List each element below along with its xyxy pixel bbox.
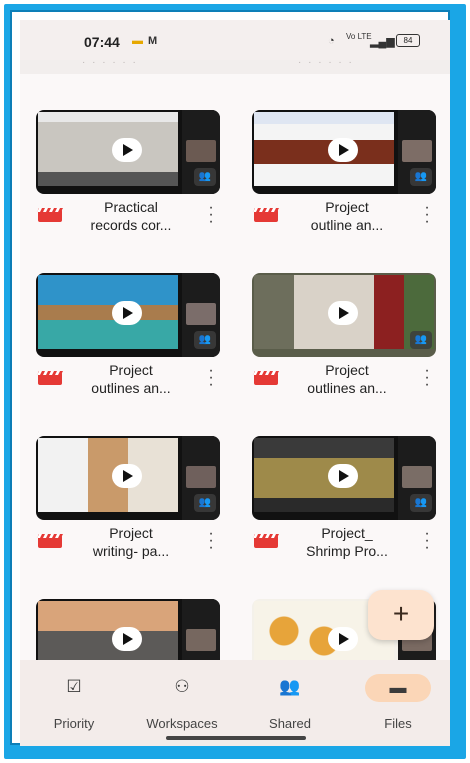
faded-title-right: · · · · · · [298, 57, 354, 68]
status-bar: 07:44 ▬ M ◔ Vo LTE ▂▄▆ 84 [20, 20, 450, 60]
faded-title-left: · · · · · · [82, 57, 138, 68]
more-options-icon[interactable]: · · · [206, 200, 216, 230]
bottom-navigation: ☑ Priority ⚇ Workspaces 👥 Shared ▬ Files [20, 660, 450, 746]
play-icon[interactable] [112, 627, 142, 651]
people-icon: 👥 [194, 168, 216, 186]
gmail-icon: M [148, 35, 158, 47]
nav-shared[interactable]: 👥 Shared [240, 660, 340, 746]
nav-priority[interactable]: ☑ Priority [24, 660, 124, 746]
video-file-icon [254, 371, 278, 385]
video-file-icon [38, 534, 62, 548]
nav-files[interactable]: ▬ Files [348, 660, 448, 746]
video-title[interactable]: Project outlines an... [292, 361, 402, 397]
workspaces-icon: ⚇ [174, 677, 190, 696]
people-icon: 👥 [194, 494, 216, 512]
video-thumbnail[interactable]: 👥 [252, 110, 436, 194]
video-thumbnail[interactable]: 👥 [252, 436, 436, 520]
volte-icon: Vo LTE [346, 32, 372, 41]
screen-share-image [254, 438, 394, 512]
people-icon: 👥 [194, 331, 216, 349]
play-icon[interactable] [328, 301, 358, 325]
phone-screen: 07:44 ▬ M ◔ Vo LTE ▂▄▆ 84 · · · · · · · … [20, 20, 450, 746]
video-title[interactable]: Practical records cor... [76, 198, 186, 234]
shared-icon: 👥 [279, 677, 301, 696]
nav-label: Workspaces [146, 716, 218, 731]
more-options-icon[interactable]: · · · [422, 363, 432, 393]
play-icon[interactable] [328, 138, 358, 162]
screen-share-image [254, 112, 394, 186]
more-options-icon[interactable]: · · · [206, 526, 216, 556]
people-icon: 👥 [410, 331, 432, 349]
video-file-icon [38, 208, 62, 222]
video-title[interactable]: Project outlines an... [76, 361, 186, 397]
video-file-icon [38, 371, 62, 385]
more-options-icon[interactable]: · · · [422, 200, 432, 230]
play-icon[interactable] [112, 464, 142, 488]
add-button[interactable]: + [368, 590, 434, 640]
video-file-icon [254, 208, 278, 222]
people-icon: 👥 [410, 494, 432, 512]
video-title[interactable]: Project_ Shrimp Pro... [292, 524, 402, 560]
play-icon[interactable] [112, 138, 142, 162]
people-icon: 👥 [410, 168, 432, 186]
play-icon[interactable] [112, 301, 142, 325]
nav-label: Files [384, 716, 412, 731]
video-thumbnail[interactable]: 👥 [36, 436, 220, 520]
notification-icon: ▬ [132, 35, 143, 47]
video-thumbnail[interactable]: 👥 [252, 273, 436, 357]
video-file-icon [254, 534, 278, 548]
play-icon[interactable] [328, 627, 358, 651]
battery-icon: 84 [396, 34, 420, 47]
screen-share-image [38, 275, 178, 349]
wifi-icon: ◔ [328, 35, 335, 47]
signal-icon: ▂▄▆ [370, 36, 395, 48]
video-title[interactable]: Project writing- pa... [76, 524, 186, 560]
more-options-icon[interactable]: · · · [422, 526, 432, 556]
screen-share-image [38, 438, 178, 512]
screen-share-image [38, 112, 178, 186]
video-thumbnail[interactable]: 👥 [36, 273, 220, 357]
status-time: 07:44 [84, 34, 120, 50]
nav-workspaces[interactable]: ⚇ Workspaces [132, 660, 232, 746]
home-indicator[interactable] [166, 736, 306, 740]
play-icon[interactable] [328, 464, 358, 488]
folder-icon: ▬ [365, 674, 431, 702]
priority-icon: ☑ [66, 677, 82, 696]
video-thumbnail[interactable]: 👥 [36, 110, 220, 194]
more-options-icon[interactable]: · · · [206, 363, 216, 393]
nav-label: Priority [53, 716, 95, 731]
video-title[interactable]: Project outline an... [292, 198, 402, 234]
nav-label: Shared [269, 716, 311, 731]
